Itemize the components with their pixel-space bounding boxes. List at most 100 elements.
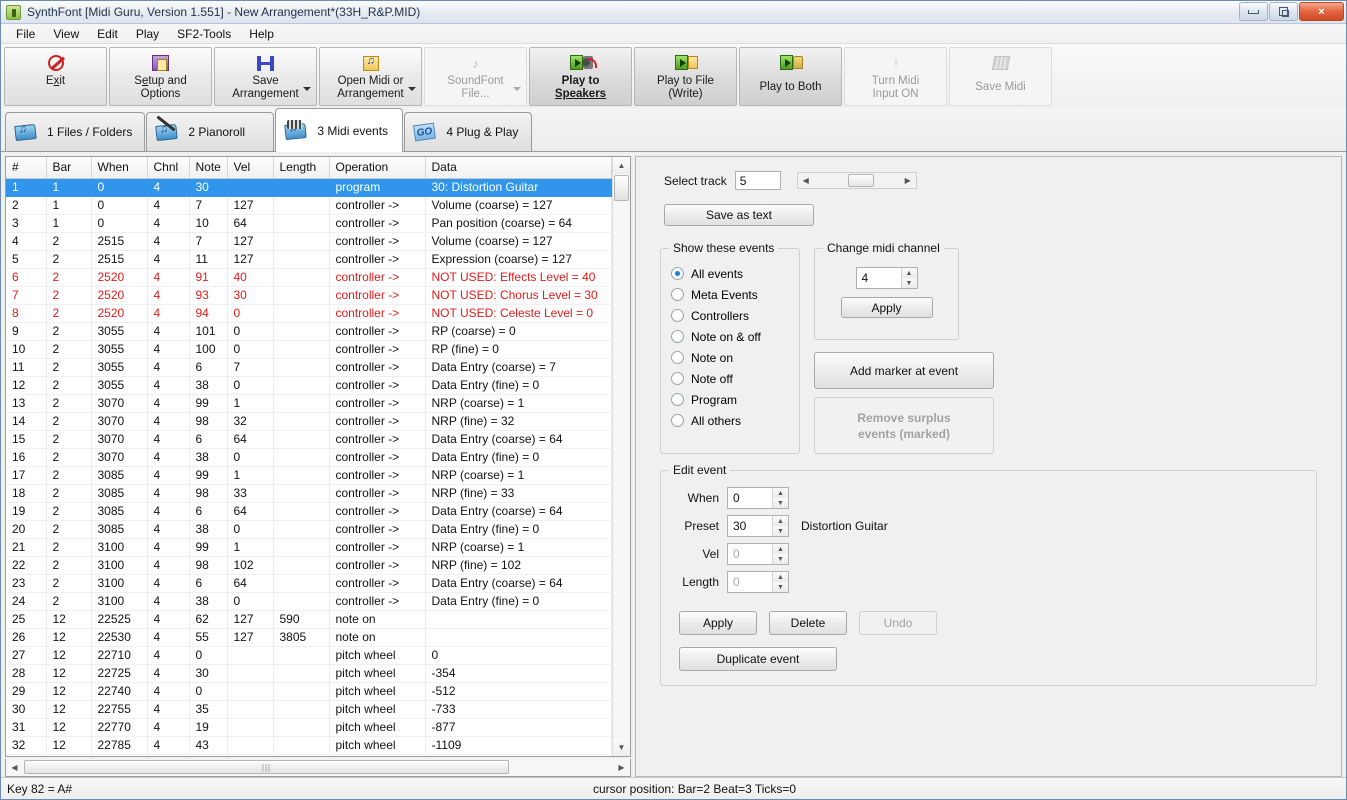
length-spin-up-icon[interactable]: ▲ xyxy=(773,572,788,582)
table-row[interactable]: 3 1 0 4 10 64 controller -> Pan position (coars… xyxy=(6,214,612,233)
track-slider-thumb[interactable] xyxy=(847,174,874,187)
radio-all-others[interactable]: All others xyxy=(671,410,789,431)
table-row[interactable]: 18 2 3085 4 98 33 controller -> NRP (fine) = 33 xyxy=(6,484,612,503)
toolbar-save-arrangement-button[interactable]: Save Arrangement xyxy=(214,47,317,106)
chevron-down-icon[interactable] xyxy=(513,87,521,91)
scroll-up-icon[interactable]: ▲ xyxy=(613,157,630,174)
table-row[interactable]: 13 2 3070 4 99 1 controller -> NRP (coarse) = 1 xyxy=(6,394,612,413)
remove-surplus-button[interactable]: Remove surplus events (marked) xyxy=(814,397,994,454)
close-button[interactable]: × xyxy=(1299,2,1344,21)
table-row[interactable]: 24 2 3100 4 38 0 controller -> Data Entry (fine… xyxy=(6,592,612,611)
apply-event-button[interactable]: Apply xyxy=(679,611,757,635)
table-row[interactable]: 20 2 3085 4 38 0 controller -> Data Entry (fine… xyxy=(6,520,612,539)
select-track-slider[interactable]: ◀ ▶ xyxy=(796,172,917,189)
when-spin-up-icon[interactable]: ▲ xyxy=(773,488,788,498)
midi-channel-value[interactable]: 4 xyxy=(856,268,901,288)
chevron-down-icon[interactable] xyxy=(303,87,311,91)
tab-pianoroll[interactable]: 2 Pianoroll xyxy=(146,112,275,151)
table-row[interactable]: 2 1 0 4 7 127 controller -> Volume (coarse) = 1… xyxy=(6,196,612,215)
radio-all-events[interactable]: All events xyxy=(671,263,789,284)
restore-button[interactable] xyxy=(1269,2,1298,21)
tab-midi-events[interactable]: 3 Midi events xyxy=(275,108,404,152)
track-right-icon[interactable]: ▶ xyxy=(900,176,916,185)
radio-note-off[interactable]: Note off xyxy=(671,368,789,389)
scroll-right-icon[interactable]: ▶ xyxy=(613,760,630,776)
col-vel[interactable]: Vel xyxy=(227,157,274,179)
edit-when-value[interactable]: 0 xyxy=(728,488,772,508)
edit-preset-spinner[interactable]: 30 ▲ ▼ xyxy=(727,515,789,537)
table-row[interactable]: 6 2 2520 4 91 40 controller -> NOT USED: Effect… xyxy=(6,268,612,287)
table-row[interactable]: 11 2 3055 4 6 7 controller -> Data Entry (coars… xyxy=(6,358,612,377)
table-row[interactable]: 8 2 2520 4 94 0 controller -> NOT USED: Celeste… xyxy=(6,304,612,323)
channel-spin-up-icon[interactable]: ▲ xyxy=(901,268,917,278)
menu-file[interactable]: File xyxy=(7,25,44,43)
radio-program[interactable]: Program xyxy=(671,389,789,410)
delete-event-button[interactable]: Delete xyxy=(769,611,847,635)
toolbar-open-midi-button[interactable]: Open Midi orArrangement xyxy=(319,47,422,106)
length-spin-down-icon[interactable]: ▼ xyxy=(773,582,788,592)
table-row[interactable]: 32 12 22785 4 43 pitch wheel -1109 xyxy=(6,736,612,755)
radio-controllers[interactable]: Controllers xyxy=(671,305,789,326)
table-row[interactable]: 19 2 3085 4 6 64 controller -> Data Entry (coar… xyxy=(6,502,612,521)
channel-spin-down-icon[interactable]: ▼ xyxy=(901,278,917,288)
select-track-input[interactable] xyxy=(734,171,781,190)
preset-spin-up-icon[interactable]: ▲ xyxy=(773,516,788,526)
add-marker-button[interactable]: Add marker at event xyxy=(814,352,994,389)
chevron-down-icon[interactable] xyxy=(408,87,416,91)
col-operation[interactable]: Operation xyxy=(329,157,426,179)
table-row[interactable]: 1 1 0 4 30 program 30: Distortion Guitar xyxy=(6,178,612,197)
table-row[interactable]: 9 2 3055 4 101 0 controller -> RP (coarse) = 0 xyxy=(6,322,612,341)
radio-note-on-off[interactable]: Note on & off xyxy=(671,326,789,347)
col-note[interactable]: Note xyxy=(189,157,228,179)
minimize-button[interactable] xyxy=(1239,2,1268,21)
table-row[interactable]: 29 12 22740 4 0 pitch wheel -512 xyxy=(6,682,612,701)
preset-spin-down-icon[interactable]: ▼ xyxy=(773,526,788,536)
table-row[interactable]: 21 2 3100 4 99 1 controller -> NRP (coarse) = 1 xyxy=(6,538,612,557)
radio-note-on[interactable]: Note on xyxy=(671,347,789,368)
edit-length-spinner[interactable]: 0 ▲ ▼ xyxy=(727,571,789,593)
edit-vel-value[interactable]: 0 xyxy=(728,544,772,564)
col-chnl[interactable]: Chnl xyxy=(147,157,190,179)
toolbar-soundfont-button[interactable]: ♪ SoundFont File... xyxy=(424,47,527,106)
menu-edit[interactable]: Edit xyxy=(88,25,127,43)
table-row[interactable]: 5 2 2515 4 11 127 controller -> Expression (coa… xyxy=(6,250,612,269)
table-row[interactable]: 10 2 3055 4 100 0 controller -> RP (fine) = 0 xyxy=(6,340,612,359)
apply-channel-button[interactable]: Apply xyxy=(840,297,933,318)
table-row[interactable]: 14 2 3070 4 98 32 controller -> NRP (fine) = 32 xyxy=(6,412,612,431)
table-row[interactable]: 26 12 22530 4 55 127 3805 note on xyxy=(6,628,612,647)
midi-channel-spinner[interactable]: 4 ▲ ▼ xyxy=(855,267,918,289)
menu-view[interactable]: View xyxy=(44,25,88,43)
table-row[interactable]: 12 2 3055 4 38 0 controller -> Data Entry (fine… xyxy=(6,376,612,395)
table-row[interactable]: 15 2 3070 4 6 64 controller -> Data Entry (coar… xyxy=(6,430,612,449)
table-row[interactable]: 27 12 22710 4 0 pitch wheel 0 xyxy=(6,646,612,665)
radio-meta-events[interactable]: Meta Events xyxy=(671,284,789,305)
toolbar-play-both-button[interactable]: Play to Both xyxy=(739,47,842,106)
table-row[interactable]: 30 12 22755 4 35 pitch wheel -733 xyxy=(6,700,612,719)
toolbar-save-midi-button[interactable]: Save Midi xyxy=(949,47,1052,106)
undo-button[interactable]: Undo xyxy=(859,611,937,635)
grid-horizontal-scrollbar[interactable]: ◀ ||| ▶ xyxy=(5,759,631,777)
table-row[interactable]: 31 12 22770 4 19 pitch wheel -877 xyxy=(6,718,612,737)
when-spin-down-icon[interactable]: ▼ xyxy=(773,498,788,508)
vel-spin-down-icon[interactable]: ▼ xyxy=(773,554,788,564)
toolbar-midi-input-button[interactable]: ⁝ Turn Midi Input ON xyxy=(844,47,947,106)
col-index[interactable]: # xyxy=(6,157,47,179)
vertical-scroll-thumb[interactable] xyxy=(614,175,629,201)
col-data[interactable]: Data xyxy=(425,157,612,179)
table-row[interactable]: 16 2 3070 4 38 0 controller -> Data Entry (fine… xyxy=(6,448,612,467)
table-row[interactable]: 28 12 22725 4 30 pitch wheel -354 xyxy=(6,664,612,683)
toolbar-play-speakers-button[interactable]: Play to Speakers xyxy=(529,47,632,106)
toolbar-exit-button[interactable]: Exit xyxy=(4,47,107,106)
tab-plug-and-play[interactable]: GO 4 Plug & Play xyxy=(404,112,533,151)
col-bar[interactable]: Bar xyxy=(46,157,92,179)
grid-vertical-scrollbar[interactable]: ▲ ▼ xyxy=(612,157,630,756)
duplicate-event-button[interactable]: Duplicate event xyxy=(679,647,837,671)
track-left-icon[interactable]: ◀ xyxy=(798,176,814,185)
menu-play[interactable]: Play xyxy=(127,25,168,43)
save-as-text-button[interactable]: Save as text xyxy=(664,204,814,226)
menu-sf2-tools[interactable]: SF2-Tools xyxy=(168,25,240,43)
scroll-down-icon[interactable]: ▼ xyxy=(613,739,630,756)
edit-length-value[interactable]: 0 xyxy=(728,572,772,592)
scroll-left-icon[interactable]: ◀ xyxy=(6,760,23,776)
table-row[interactable]: 17 2 3085 4 99 1 controller -> NRP (coarse) = 1 xyxy=(6,466,612,485)
